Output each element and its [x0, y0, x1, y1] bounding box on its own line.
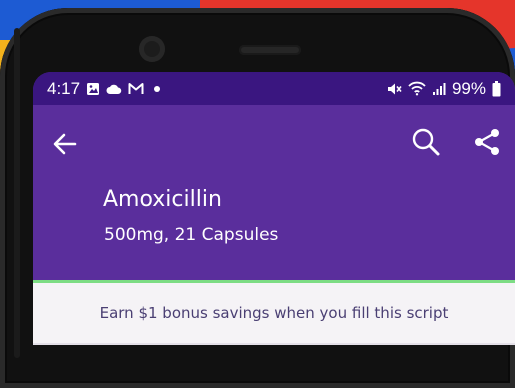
back-button[interactable] [51, 130, 79, 158]
status-time: 4:17 [47, 78, 81, 98]
drug-dosage: 500mg, 21 Capsules [104, 225, 279, 245]
gmail-icon [128, 82, 144, 95]
search-icon [412, 128, 440, 156]
battery-icon [492, 80, 501, 97]
mute-icon [386, 81, 402, 97]
phone-side-edge [14, 28, 20, 358]
signal-icon [432, 82, 446, 96]
arrow-left-icon [53, 133, 77, 155]
earpiece-speaker [239, 45, 301, 55]
promo-text: Earn $1 bonus savings when you fill this… [99, 304, 449, 322]
cloud-icon [106, 83, 122, 95]
wifi-icon [408, 81, 426, 96]
status-bar: 4:17 99% [33, 72, 515, 105]
dot-icon [154, 85, 161, 92]
share-button[interactable] [473, 127, 501, 157]
image-icon [86, 82, 100, 96]
battery-percent: 99% [451, 78, 486, 98]
drug-name: Amoxicillin [103, 187, 222, 212]
promo-banner[interactable]: Earn $1 bonus savings when you fill this… [33, 283, 515, 343]
search-button[interactable] [411, 127, 441, 157]
phone-screen: 4:17 99% Amoxicillin 500mg, 21 Capsules … [33, 72, 515, 345]
front-camera [139, 36, 165, 62]
status-right: 99% [386, 79, 501, 99]
share-icon [475, 129, 499, 155]
status-left: 4:17 [47, 78, 161, 99]
app-header: Amoxicillin 500mg, 21 Capsules [33, 105, 515, 280]
